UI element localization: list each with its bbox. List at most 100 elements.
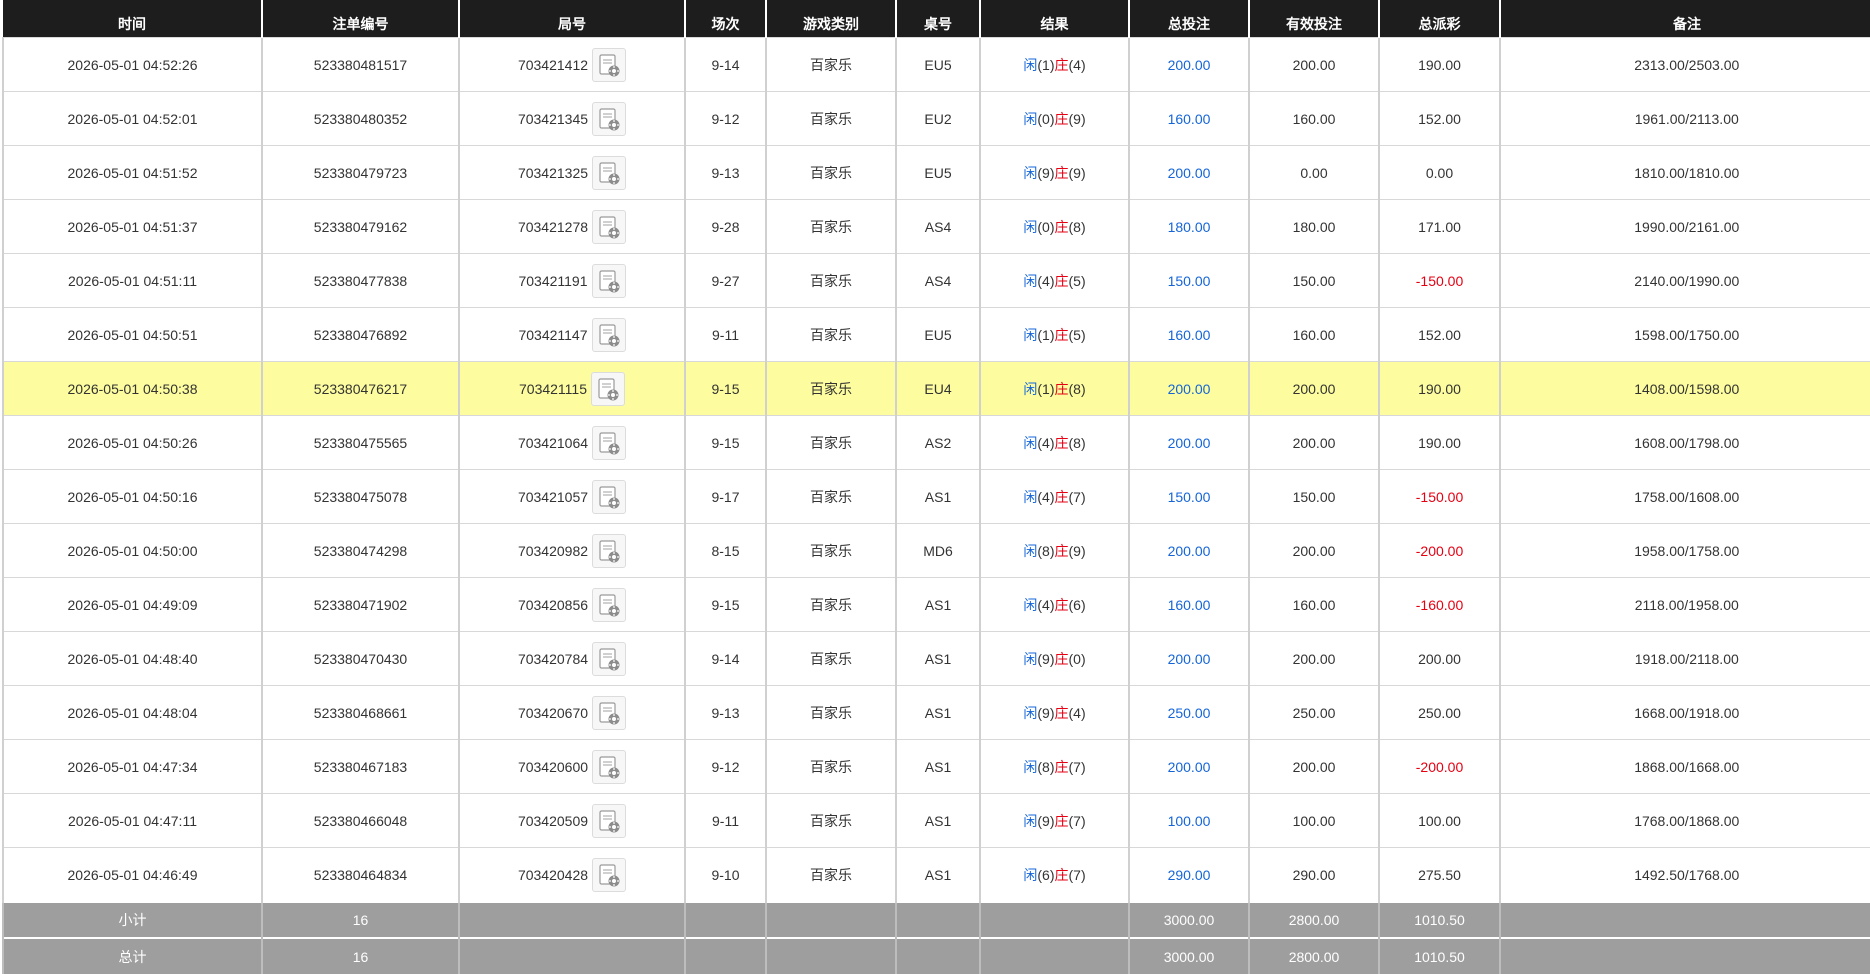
replay-icon[interactable] (592, 695, 627, 730)
cell-payout: 0.00 (1378, 145, 1501, 200)
cell-time: 2026-05-01 04:47:34 (2, 739, 263, 794)
table-row: 2026-05-01 04:50:00 523380474298 703420982… (2, 523, 1870, 578)
result-banker-score: (4) (1068, 56, 1086, 73)
cell-valid-bet: 200.00 (1248, 415, 1380, 470)
cell-valid-bet: 150.00 (1248, 253, 1380, 308)
cell-game-type: 百家乐 (765, 91, 897, 146)
result-banker-label: 庄 (1054, 488, 1069, 505)
round-no-text: 703420670 (517, 704, 589, 721)
table-row: 2026-05-01 04:52:26 523380481517 703421412… (2, 37, 1870, 92)
cell-time: 2026-05-01 04:48:04 (2, 685, 263, 740)
cell-time: 2026-05-01 04:50:00 (2, 523, 263, 578)
cell-valid-bet: 100.00 (1248, 793, 1380, 848)
cell-result: 闲(9)庄(9) (979, 145, 1130, 200)
empty-cell (895, 901, 980, 938)
replay-icon[interactable] (592, 101, 627, 136)
replay-icon-graphic (599, 701, 620, 724)
table-row: 2026-05-01 04:51:11 523380477838 703421191… (2, 253, 1870, 308)
replay-icon[interactable] (592, 47, 627, 82)
replay-icon[interactable] (592, 587, 627, 622)
result-banker-label: 庄 (1054, 704, 1069, 721)
cell-time: 2026-05-01 04:50:51 (2, 307, 263, 362)
cell-note: 1598.00/1750.00 (1499, 307, 1870, 362)
cell-note: 2313.00/2503.00 (1499, 37, 1870, 92)
round-no-text: 703420428 (517, 866, 589, 883)
cell-round-no: 703420509 (458, 793, 686, 848)
cell-total-bet: 200.00 (1128, 145, 1250, 200)
cell-game-type: 百家乐 (765, 199, 897, 254)
cell-result: 闲(4)庄(7) (979, 469, 1130, 524)
cell-payout: 152.00 (1378, 91, 1501, 146)
table-row: 2026-05-01 04:50:51 523380476892 703421147… (2, 307, 1870, 362)
result-banker-score: (4) (1068, 704, 1086, 721)
cell-result: 闲(0)庄(9) (979, 91, 1130, 146)
cell-time: 2026-05-01 04:46:49 (2, 847, 263, 903)
table-row: 2026-05-01 04:51:37 523380479162 703421278… (2, 199, 1870, 254)
replay-icon[interactable] (591, 317, 626, 352)
cell-bet-no: 523380471902 (261, 577, 460, 632)
cell-shoe: 9-10 (684, 847, 767, 903)
cell-total-bet: 160.00 (1128, 307, 1250, 362)
cell-note: 1668.00/1918.00 (1499, 685, 1870, 740)
table-row: 2026-05-01 04:50:26 523380475565 703421064… (2, 415, 1870, 470)
subtotal-valid-bet: 2800.00 (1248, 901, 1379, 938)
result-player-score: (9) (1037, 704, 1055, 721)
subtotal-total-bet: 3000.00 (1128, 901, 1249, 938)
replay-icon[interactable] (592, 533, 627, 568)
result-player-score: (9) (1037, 164, 1055, 181)
replay-icon-graphic (598, 269, 620, 292)
cell-game-type: 百家乐 (765, 631, 897, 686)
cell-round-no: 703421412 (458, 37, 686, 92)
replay-icon[interactable] (592, 749, 627, 784)
cell-time: 2026-05-01 04:51:11 (2, 253, 263, 308)
round-no-text: 703420856 (517, 596, 589, 613)
cell-time: 2026-05-01 04:47:11 (2, 793, 263, 848)
replay-icon[interactable] (592, 425, 627, 460)
cell-game-type: 百家乐 (765, 739, 897, 794)
table-row: 2026-05-01 04:50:16 523380475078 703421057… (2, 469, 1870, 524)
replay-icon[interactable] (591, 263, 626, 298)
cell-round-no: 703420600 (458, 739, 686, 794)
cell-round-no: 703421345 (458, 91, 686, 146)
cell-valid-bet: 180.00 (1248, 199, 1380, 254)
total-row: 总计 16 3000.00 2800.00 1010.50 (2, 937, 1870, 974)
subtotal-count: 16 (261, 901, 459, 938)
cell-valid-bet: 160.00 (1248, 91, 1380, 146)
result-player-score: (1) (1037, 326, 1055, 343)
replay-icon[interactable] (592, 479, 627, 514)
cell-table-no: EU5 (895, 145, 981, 200)
table-header: 时间 注单编号 局号 场次 游戏类别 桌号 结果 总投注 有效投注 总派彩 备注 (3, 0, 1870, 38)
result-banker-label: 庄 (1054, 380, 1069, 397)
replay-icon[interactable] (592, 155, 627, 190)
cell-table-no: EU5 (895, 307, 981, 362)
replay-icon[interactable] (592, 803, 627, 838)
cell-game-type: 百家乐 (765, 307, 897, 362)
round-no-text: 703420784 (517, 650, 589, 667)
cell-table-no: AS1 (895, 469, 981, 524)
cell-table-no: AS1 (895, 847, 981, 903)
result-player-score: (9) (1037, 812, 1055, 829)
replay-icon[interactable] (592, 641, 627, 676)
cell-round-no: 703421057 (458, 469, 686, 524)
result-banker-score: (5) (1068, 326, 1086, 343)
empty-cell (684, 901, 766, 938)
replay-icon[interactable] (591, 371, 625, 406)
replay-icon[interactable] (592, 209, 627, 244)
cell-total-bet: 250.00 (1128, 685, 1250, 740)
cell-result: 闲(4)庄(6) (979, 577, 1130, 632)
cell-total-bet: 200.00 (1128, 631, 1250, 686)
cell-total-bet: 150.00 (1128, 253, 1250, 308)
round-no-text: 703421191 (518, 272, 588, 289)
cell-round-no: 703421191 (458, 253, 686, 308)
replay-icon[interactable] (592, 857, 627, 892)
cell-note: 1958.00/1758.00 (1499, 523, 1870, 578)
result-player-label: 闲 (1023, 218, 1038, 235)
column-header-time: 时间 (3, 0, 262, 38)
cell-game-type: 百家乐 (765, 145, 897, 200)
result-player-score: (4) (1037, 272, 1055, 289)
result-player-label: 闲 (1023, 434, 1038, 451)
result-banker-score: (9) (1068, 542, 1086, 559)
cell-valid-bet: 160.00 (1248, 307, 1380, 362)
cell-shoe: 9-12 (684, 91, 767, 146)
total-payout: 1010.50 (1378, 937, 1500, 974)
